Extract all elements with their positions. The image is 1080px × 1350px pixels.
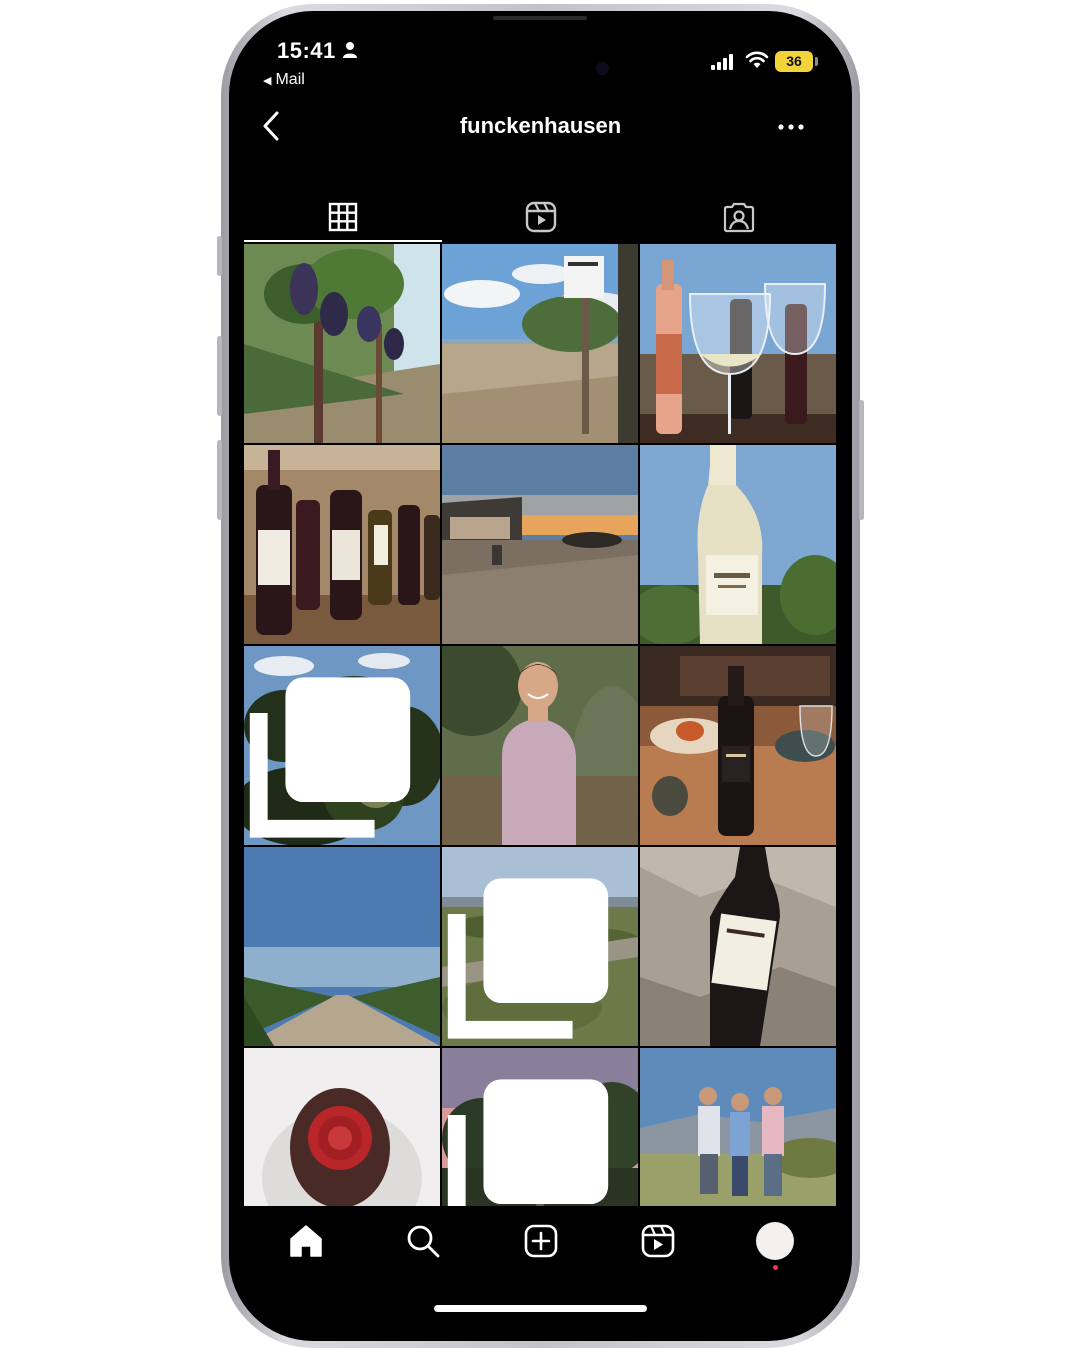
nav-home-button[interactable]: [286, 1221, 326, 1261]
post-image-vineyard-sign: [442, 244, 638, 443]
post-tile[interactable]: [244, 646, 440, 845]
post-tile[interactable]: [442, 244, 638, 443]
posts-grid: [244, 244, 837, 1206]
selected-tab-indicator: [244, 240, 442, 242]
home-indicator[interactable]: [434, 1305, 647, 1312]
notification-dot: [773, 1265, 778, 1270]
tab-posts-grid[interactable]: [244, 191, 442, 243]
back-to-mail-link[interactable]: ◀ Mail: [263, 71, 305, 89]
multi-photo-icon: [447, 1079, 609, 1206]
post-image-red-wine-dinner: [640, 646, 836, 845]
post-tile[interactable]: [442, 1048, 638, 1206]
post-tile[interactable]: [640, 1048, 836, 1206]
post-image-bottles-shelf: [244, 445, 440, 644]
multi-photo-icon: [249, 677, 411, 838]
post-tile[interactable]: [244, 244, 440, 443]
nav-create-button[interactable]: [521, 1221, 561, 1261]
nav-profile-avatar[interactable]: [756, 1222, 794, 1260]
post-tile[interactable]: [442, 646, 638, 845]
post-image-three-men: [640, 1048, 836, 1206]
volume-down-button: [217, 440, 222, 520]
signal-icon: [711, 54, 733, 70]
volume-up-button: [217, 336, 222, 416]
front-camera: [596, 62, 609, 75]
tab-reels[interactable]: [442, 191, 640, 243]
post-tile[interactable]: [640, 847, 836, 1046]
search-icon: [407, 1225, 440, 1258]
reels-icon: [641, 1224, 675, 1258]
speaker-slit: [493, 16, 587, 20]
reels-icon: [525, 201, 557, 233]
nav-reels-button[interactable]: [638, 1221, 678, 1261]
post-tile[interactable]: [244, 445, 440, 644]
post-tile[interactable]: [442, 847, 638, 1046]
tab-tagged[interactable]: [640, 191, 838, 243]
phone-screen: 15:41 ◀ Mail 36 funckenhausen: [229, 11, 852, 1341]
post-image-winery-sunset: [442, 445, 638, 644]
battery-icon: 36: [775, 51, 813, 72]
multi-photo-icon: [447, 878, 609, 1039]
tagged-person-icon: [723, 202, 755, 233]
side-button: [217, 236, 222, 276]
profile-username: funckenhausen: [459, 113, 622, 138]
post-tile[interactable]: [442, 445, 638, 644]
back-triangle-icon: ◀: [263, 75, 272, 87]
wifi-icon: [745, 51, 769, 68]
plus-square-icon: [524, 1224, 558, 1258]
battery-cap: [815, 57, 818, 66]
post-image-portrait: [442, 646, 638, 845]
post-tile[interactable]: [244, 847, 440, 1046]
nav-search-button[interactable]: [403, 1221, 443, 1261]
back-app-label: Mail: [275, 71, 305, 88]
post-image-wine-glasses: [640, 244, 836, 443]
post-image-grape-vine: [244, 244, 440, 443]
post-tile[interactable]: [244, 1048, 440, 1206]
post-tile[interactable]: [640, 244, 836, 443]
post-image-bottle-top: [244, 1048, 440, 1206]
power-button: [859, 400, 864, 520]
person-icon: [343, 42, 357, 58]
post-image-bottle-on-rock: [640, 847, 836, 1046]
post-tile[interactable]: [640, 646, 836, 845]
back-chevron-icon[interactable]: [257, 109, 287, 143]
status-time: 15:41: [277, 38, 336, 63]
home-icon: [290, 1225, 322, 1257]
post-image-white-wine-bottle: [640, 445, 836, 644]
post-image-vineyard-road: [244, 847, 440, 1046]
grid-icon: [328, 202, 358, 232]
more-options-icon[interactable]: [777, 121, 805, 133]
post-tile[interactable]: [640, 445, 836, 644]
